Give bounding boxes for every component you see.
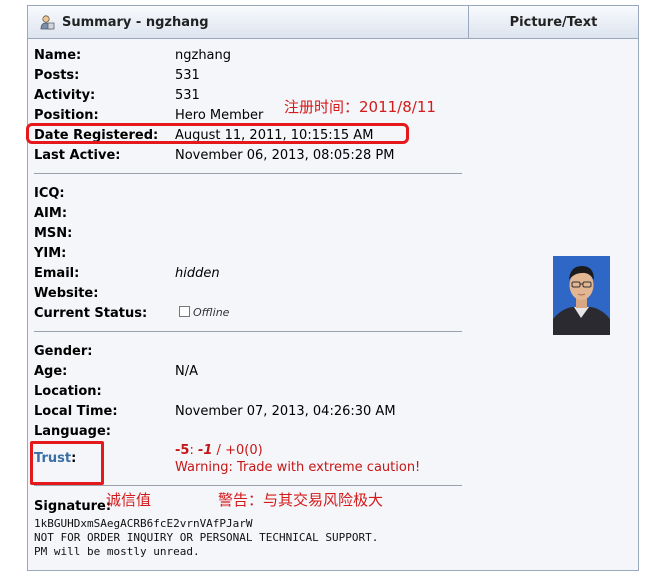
website-label: Website: [34, 286, 99, 301]
summary-title: Summary - ngzhang [62, 15, 209, 30]
trust-sep: : [189, 443, 198, 458]
current-status-label: Current Status: [34, 306, 148, 321]
email-label: Email: [34, 266, 80, 281]
registered-annotation: 注册时间：2011/8/11 [284, 98, 436, 116]
picture-text-header: Picture/Text [469, 6, 638, 39]
posts-value: 531 [175, 68, 200, 83]
trust-score-positive: +0(0) [225, 443, 263, 458]
status-value: Offline [179, 306, 229, 319]
user-icon [40, 15, 55, 30]
local-time-value: November 07, 2013, 04:26:30 AM [175, 404, 396, 419]
divider [34, 331, 462, 332]
trust-score: -5: -1 / +0(0) [175, 443, 263, 458]
trust-warning: Warning: Trade with extreme caution! [175, 460, 421, 475]
warning-annotation: 警告：与其交易风险极大 [218, 491, 384, 509]
trust-score-total: -5 [175, 443, 190, 458]
signature-line: 1kBGUHDxmSAegACRB6fcE2vrnVAfPJarW [34, 517, 253, 530]
trust-score-negative: -1 [197, 443, 213, 458]
offline-icon [179, 306, 190, 317]
trust-highlight [30, 441, 104, 485]
signature-line: PM will be mostly unread. [34, 545, 200, 558]
location-label: Location: [34, 384, 102, 399]
signature-line: NOT FOR ORDER INQUIRY OR PERSONAL TECHNI… [34, 531, 379, 544]
posts-label: Posts: [34, 68, 80, 83]
language-label: Language: [34, 424, 111, 439]
trust-slash: / [212, 443, 226, 458]
trust-annotation: 诚信值 [106, 491, 152, 509]
status-text: Offline [193, 306, 230, 319]
position-value: Hero Member [175, 108, 264, 123]
summary-header: Summary - ngzhang [28, 6, 469, 39]
profile-panel: Summary - ngzhang Picture/Text Name: ngz… [27, 5, 639, 571]
divider [34, 485, 462, 486]
activity-value: 531 [175, 88, 200, 103]
aim-label: AIM: [34, 206, 68, 221]
icq-label: ICQ: [34, 186, 65, 201]
last-active-value: November 06, 2013, 08:05:28 PM [175, 148, 395, 163]
date-registered-highlight [26, 123, 409, 144]
gender-label: Gender: [34, 344, 93, 359]
divider [34, 173, 462, 174]
name-label: Name: [34, 48, 82, 63]
signature-label: Signature: [34, 499, 112, 514]
avatar [553, 256, 610, 335]
yim-label: YIM: [34, 246, 67, 261]
age-value: N/A [175, 364, 198, 379]
last-active-label: Last Active: [34, 148, 121, 163]
email-value: hidden [175, 266, 220, 281]
msn-label: MSN: [34, 226, 73, 241]
local-time-label: Local Time: [34, 404, 118, 419]
position-label: Position: [34, 108, 99, 123]
name-value: ngzhang [175, 48, 232, 63]
activity-label: Activity: [34, 88, 96, 103]
picture-column [469, 39, 638, 569]
age-label: Age: [34, 364, 68, 379]
